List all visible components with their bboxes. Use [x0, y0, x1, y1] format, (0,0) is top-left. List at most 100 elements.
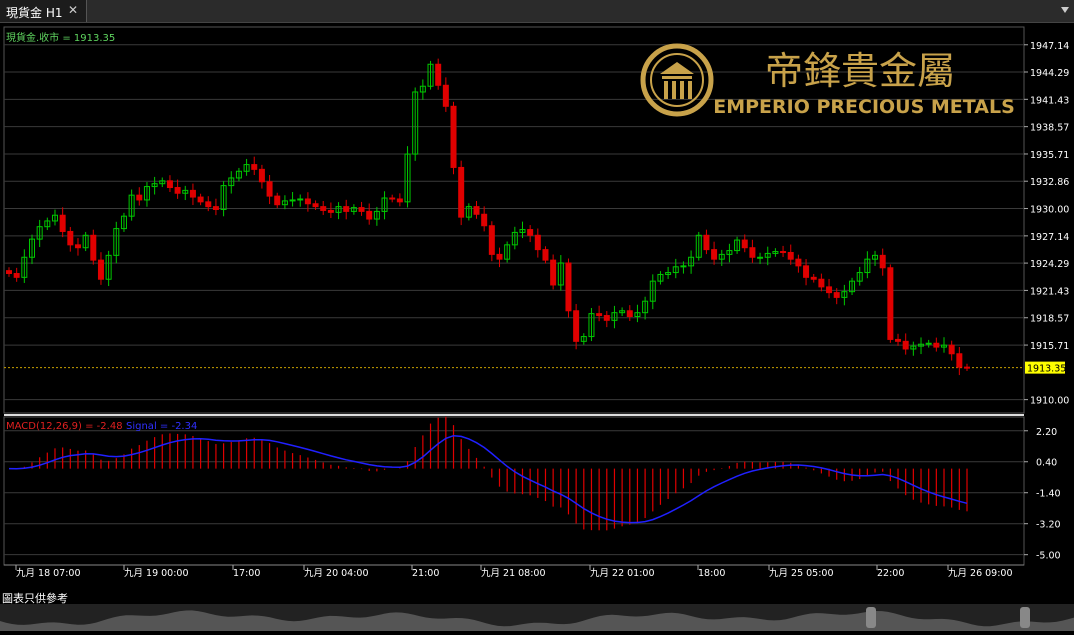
candle-body [312, 203, 319, 208]
macd-label: MACD(12,26,9) = -2.48 [6, 421, 123, 432]
time-tick-label: 九月 25 05:00 [769, 567, 834, 579]
price-tick-label: 1918.57 [1030, 314, 1069, 325]
candle-body [481, 213, 488, 227]
candle-body [458, 166, 465, 218]
macd-tick-label: -3.20 [1036, 520, 1061, 531]
candle-body [90, 234, 97, 261]
candle-body [902, 340, 909, 350]
candle-body [473, 206, 480, 215]
price-tick-label: 1932.86 [1030, 177, 1069, 188]
price-tick-label: 1924.29 [1030, 259, 1069, 270]
candle-body [626, 310, 633, 318]
scroll-handle-right[interactable] [1020, 607, 1030, 628]
scroll-handle-left[interactable] [866, 607, 876, 628]
candle-body [757, 256, 764, 259]
candle-body [787, 251, 794, 260]
logo-en: EMPERIO PRECIOUS METALS [713, 96, 1015, 118]
time-tick-label: 九月 20 04:00 [304, 567, 369, 579]
price-tick-label: 1921.43 [1030, 286, 1069, 297]
price-tick-label: 1910.00 [1030, 396, 1069, 407]
logo-cn: 帝鋒貴金屬 [765, 49, 955, 93]
tab-bar: 現貨金 H1 ✕ [0, 0, 1074, 23]
price-tick-label: 1941.43 [1030, 95, 1069, 106]
time-tick-label: 18:00 [698, 568, 725, 579]
macd-tick-label: 0.40 [1036, 458, 1057, 469]
candle-body [97, 259, 104, 280]
candle-body [13, 273, 20, 278]
price-tick-label: 1947.14 [1030, 41, 1069, 52]
price-tick-label: 1944.29 [1030, 68, 1069, 79]
candle-body [358, 207, 365, 212]
candle-body [389, 197, 396, 200]
candle-body [59, 214, 66, 232]
tab-title: 現貨金 H1 [6, 6, 63, 20]
candle-body [703, 234, 710, 251]
candle-body [933, 342, 940, 348]
candle-body [711, 249, 718, 260]
candle-body [274, 195, 281, 206]
candle-body [534, 234, 541, 251]
price-tick-label: 1935.71 [1030, 150, 1069, 161]
candle-body [887, 267, 894, 340]
candle-body [74, 244, 81, 249]
time-tick-label: 九月 26 09:00 [948, 567, 1013, 579]
price-tick-label: 1927.14 [1030, 232, 1069, 243]
candle-body [565, 262, 572, 312]
candle-body [956, 353, 963, 368]
candle-body [948, 344, 955, 355]
candle-body [925, 342, 932, 345]
price-tick-label: 1930.00 [1030, 205, 1069, 216]
candle-body [542, 249, 549, 261]
candle-body [603, 315, 610, 321]
candle-body [251, 164, 258, 170]
candle-body [442, 84, 449, 107]
time-tick-label: 九月 19 00:00 [124, 567, 189, 579]
candle-body [749, 247, 756, 258]
time-tick-label: 九月 18 07:00 [16, 567, 81, 579]
time-tick-label: 九月 22 01:00 [590, 567, 655, 579]
candle-body [795, 258, 802, 267]
candle-body [680, 265, 687, 268]
candle-body [964, 366, 970, 369]
tab-chart[interactable]: 現貨金 H1 ✕ [0, 0, 87, 22]
time-tick-label: 22:00 [877, 568, 904, 579]
time-tick-label: 21:00 [412, 568, 439, 579]
chevron-down-icon[interactable] [1060, 5, 1070, 15]
close-icon[interactable]: ✕ [68, 3, 78, 17]
candle-body [895, 338, 902, 342]
candle-body [174, 187, 181, 194]
chart-scrollbar[interactable] [0, 604, 1074, 631]
candle-body [596, 313, 603, 317]
symbol-close-label: 現貨金.收市 = 1913.35 [6, 31, 115, 44]
candle-body [496, 253, 503, 260]
candle-body [6, 270, 12, 275]
price-tick-label: 1938.57 [1030, 123, 1069, 134]
time-tick-label: 17:00 [233, 568, 260, 579]
candle-body [527, 229, 534, 236]
price-tick-label: 1915.71 [1030, 341, 1069, 352]
candle-body [212, 206, 219, 210]
candle-body [810, 276, 817, 280]
macd-tick-label: -1.40 [1036, 489, 1061, 500]
candle-body [803, 265, 810, 278]
macd-tick-label: 2.20 [1036, 427, 1057, 438]
candle-body [366, 210, 373, 220]
last-price-label: 1913.35 [1027, 364, 1066, 375]
candle-body [189, 189, 196, 198]
candle-body [573, 310, 580, 342]
candle-body [343, 206, 350, 212]
candle-body [320, 206, 327, 211]
candle-body [488, 225, 495, 255]
candle-body [435, 63, 442, 86]
candle-body [266, 181, 273, 197]
candle-body [327, 209, 334, 213]
chart-area[interactable]: 1947.14 1944.29 1941.43 1938.57 1935.71 1932.… [0, 24, 1074, 587]
candle-body [780, 251, 787, 254]
macd-tick-label: -5.00 [1036, 551, 1061, 562]
candle-body [136, 194, 143, 201]
signal-label: Signal = -2.34 [126, 421, 197, 432]
candle-body [297, 198, 304, 201]
candle-body [879, 254, 886, 269]
candle-body [258, 168, 265, 183]
price-chart[interactable]: 1947.14 1944.29 1941.43 1938.57 1935.71 1932.… [0, 24, 1074, 587]
